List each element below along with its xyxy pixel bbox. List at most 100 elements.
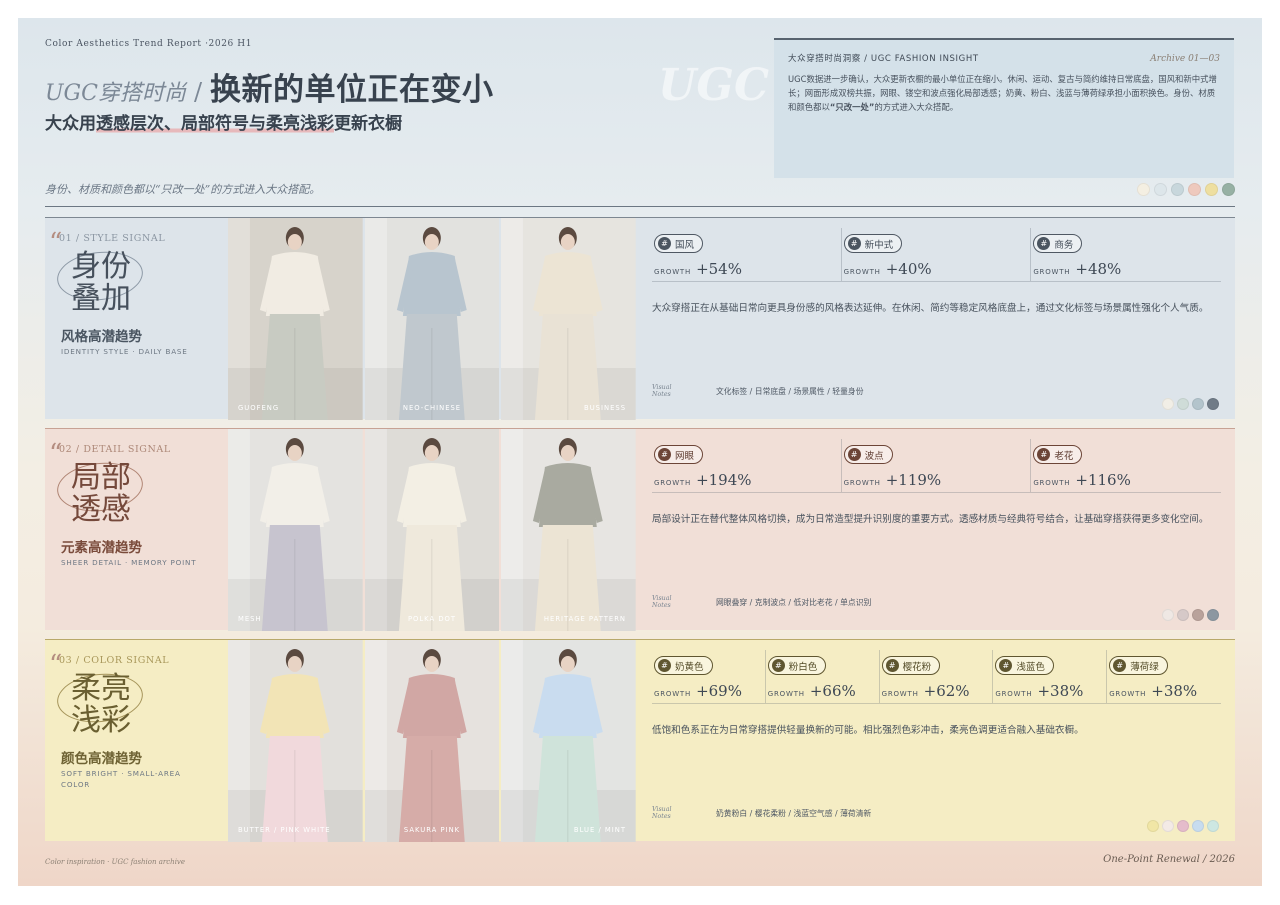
outfit-photo[interactable]: SAKURA PINK xyxy=(364,640,500,842)
tag-pill[interactable]: # 老花 xyxy=(1033,445,1083,464)
tag-name: 商务 xyxy=(1054,239,1074,251)
tag-name: 粉白色 xyxy=(788,661,818,673)
visual-notes-text: 奶黄粉白 / 樱花柔粉 / 浅蓝空气感 / 薄荷清新 xyxy=(716,808,872,818)
subtitle-post: 更新衣橱 xyxy=(334,114,402,134)
info-column: # 国风 GROWTH +54% # 新中式 GROWTH +40% # 商务 GROWTH +48%… xyxy=(637,218,1235,420)
tag-pill[interactable]: # 国风 xyxy=(654,234,704,253)
visual-notes-label: Visual Notes xyxy=(652,384,692,398)
page-title: 换新的单位正在变小 xyxy=(210,72,494,108)
signal-keyword-line-2: 透感 xyxy=(71,492,131,527)
section-swatches xyxy=(1147,820,1219,832)
outfit-photo[interactable]: HERITAGE PATTERN xyxy=(501,429,637,631)
tag-cell: # 网眼 GROWTH +194% xyxy=(652,439,842,492)
tag-pill[interactable]: # 樱花粉 xyxy=(881,656,941,675)
color-swatch xyxy=(1192,820,1204,832)
signal-keyword: 柔亮 浅彩 xyxy=(71,673,131,737)
hash-icon: # xyxy=(1037,237,1051,250)
tag-pill[interactable]: # 波点 xyxy=(843,445,893,464)
color-swatch xyxy=(1188,183,1201,196)
signal-label: 01 / STYLE SIGNAL xyxy=(59,233,166,244)
outfit-photo[interactable]: BUSINESS xyxy=(501,218,637,420)
insight-title: 大众穿搭时尚洞察 / UGC FASHION INSIGHT xyxy=(788,54,979,64)
trend-section-1: “01 / STYLE SIGNAL 身份 叠加 风格高潜趋势 IDENTITY STY… xyxy=(45,217,1235,420)
outfit-photo[interactable]: MESH xyxy=(228,429,363,631)
growth-row: GROWTH +119% xyxy=(844,470,1031,489)
section-swatches xyxy=(1162,609,1219,621)
tag-pill[interactable]: # 浅蓝色 xyxy=(995,656,1054,675)
tag-pill[interactable]: # 粉白色 xyxy=(767,656,827,675)
tag-pill[interactable]: # 网眼 xyxy=(654,445,704,464)
outfit-photo[interactable]: GUOFENG xyxy=(228,218,363,420)
outfit-photo[interactable]: BUTTER / PINK WHITE xyxy=(228,640,363,842)
visual-notes-label: Visual Notes xyxy=(652,595,692,609)
photo-strip: MESH POLKA DOT HERITAGE PATTERN xyxy=(228,429,637,631)
outfit-photo[interactable]: NEO-CHINESE xyxy=(364,218,500,420)
growth-row: GROWTH +48% xyxy=(1033,259,1221,278)
growth-value: +38% xyxy=(1151,682,1198,700)
color-swatch xyxy=(1207,609,1219,621)
outfit-photo[interactable]: BLUE / MINT xyxy=(501,640,637,842)
tag-pill[interactable]: # 商务 xyxy=(1033,234,1083,253)
growth-value: +62% xyxy=(923,682,970,700)
tag-cell: # 樱花粉 GROWTH +62% xyxy=(880,650,994,703)
photo-caption: GUOFENG xyxy=(238,404,280,412)
outfit-photo-illustration xyxy=(228,218,363,420)
signal-column: “02 / DETAIL SIGNAL 局部 透感 元素高潜趋势 SHEER DETAI… xyxy=(45,429,228,631)
tag-name: 樱花粉 xyxy=(902,661,932,673)
tag-pill[interactable]: # 新中式 xyxy=(843,234,903,253)
subtitle-pre: 大众用 xyxy=(45,114,96,134)
hash-icon: # xyxy=(771,659,785,672)
photo-caption: BUSINESS xyxy=(584,404,627,412)
color-swatch xyxy=(1177,609,1189,621)
outfit-photo-illustration xyxy=(364,429,500,631)
growth-label: GROWTH xyxy=(1033,479,1071,487)
title-left: UGC穿搭时尚 xyxy=(45,81,186,106)
subtitle-highlight: 透感层次、局部符号与柔亮浅彩 xyxy=(96,114,334,134)
growth-row: GROWTH +62% xyxy=(882,681,993,700)
tagline: 身份、材质和颜色都以“只改一处”的方式进入大众搭配。 xyxy=(45,183,321,196)
insight-body-bold: “只改一处” xyxy=(829,102,875,112)
growth-label: GROWTH xyxy=(881,690,919,698)
color-swatch xyxy=(1207,820,1219,832)
signal-title: 元素高潜趋势 xyxy=(61,540,142,556)
tag-pill[interactable]: # 奶黄色 xyxy=(654,656,713,675)
color-swatch xyxy=(1137,183,1150,196)
trend-section-3: “03 / COLOR SIGNAL 柔亮 浅彩 颜色高潜趋势 SOFT BRIGHT … xyxy=(45,639,1235,842)
visual-notes-label-2: Notes xyxy=(652,813,671,820)
growth-value: +38% xyxy=(1037,682,1084,700)
signal-keyword-line-1: 柔亮 xyxy=(71,671,131,706)
color-swatch xyxy=(1192,398,1204,410)
outfit-photo-illustration xyxy=(501,429,637,631)
insight-archive: Archive 01—03 xyxy=(1150,54,1220,64)
growth-value: +119% xyxy=(885,471,942,489)
outfit-photo-illustration xyxy=(364,218,500,420)
growth-value: +48% xyxy=(1075,260,1122,278)
signal-subtitle: IDENTITY STYLE · DAILY BASE xyxy=(61,347,188,356)
report-kicker: Color Aesthetics Trend Report ·2026 H1 xyxy=(45,39,253,49)
visual-notes-text: 网眼叠穿 / 克制波点 / 低对比老花 / 单点识别 xyxy=(716,597,872,607)
hash-icon: # xyxy=(658,237,671,250)
signal-title: 颜色高潜趋势 xyxy=(61,751,142,767)
tag-name: 网眼 xyxy=(675,450,695,462)
hash-icon: # xyxy=(847,448,861,461)
color-swatch xyxy=(1162,609,1174,621)
signal-label: 02 / DETAIL SIGNAL xyxy=(59,444,171,455)
tag-row: # 国风 GROWTH +54% # 新中式 GROWTH +40% # 商务 GROWTH +48% xyxy=(652,228,1221,282)
signal-label: 03 / COLOR SIGNAL xyxy=(59,655,170,666)
color-swatch xyxy=(1222,183,1235,196)
photo-caption: HERITAGE PATTERN xyxy=(543,615,627,623)
outfit-photo[interactable]: POLKA DOT xyxy=(364,429,500,631)
growth-row: GROWTH +38% xyxy=(1109,681,1221,700)
section-swatches xyxy=(1162,398,1219,410)
tag-cell: # 奶黄色 GROWTH +69% xyxy=(652,650,766,703)
photo-caption: SAKURA PINK xyxy=(403,826,461,834)
trend-description: 低饱和色系正在为日常穿搭提供轻量换新的可能。相比强烈色彩冲击，柔亮色调更适合融入… xyxy=(652,725,1084,736)
trend-description: 局部设计正在替代整体风格切换，成为日常造型提升识别度的重要方式。透感材质与经典符… xyxy=(652,514,1209,525)
outfit-photo-illustration xyxy=(228,429,363,631)
tag-cell: # 粉白色 GROWTH +66% xyxy=(766,650,880,703)
growth-label: GROWTH xyxy=(654,690,692,698)
header-divider xyxy=(45,206,1235,207)
tag-pill[interactable]: # 薄荷绿 xyxy=(1109,656,1168,675)
outfit-photo-illustration xyxy=(228,640,363,842)
title-separator: / xyxy=(193,78,203,106)
